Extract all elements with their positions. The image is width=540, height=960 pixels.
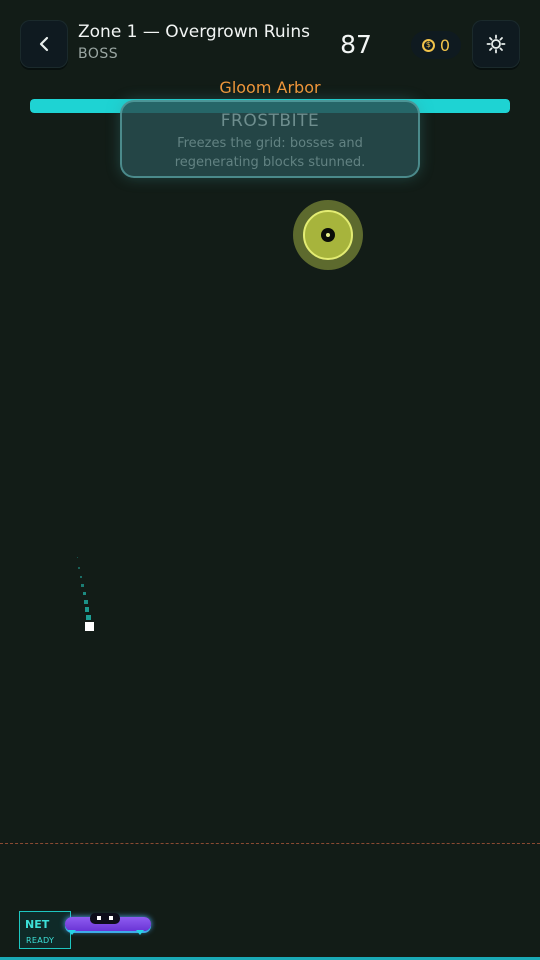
boss-eye (322, 229, 334, 241)
gear-icon (486, 34, 506, 54)
zone-subtitle: BOSS (78, 46, 119, 62)
coin-counter: $ 0 (411, 31, 461, 59)
danger-line (0, 843, 540, 844)
ball-trail (80, 576, 82, 578)
boss-enemy (293, 200, 363, 270)
back-button[interactable] (20, 20, 68, 68)
player-paddle[interactable] (65, 913, 151, 935)
ball-trail (78, 567, 80, 569)
ball-trail (83, 592, 86, 595)
ball-trail (81, 584, 84, 587)
powerup-toast: FROSTBITE Freezes the grid: bosses and r… (120, 100, 420, 178)
powerup-title: FROSTBITE (220, 111, 320, 131)
paddle-thruster (68, 930, 76, 935)
coin-count: 0 (439, 35, 451, 55)
paddle-face (90, 913, 120, 924)
net-status: READY (26, 936, 55, 945)
paddle-eye (109, 916, 113, 920)
coin-icon: $ (421, 38, 435, 52)
ball-trail (86, 615, 91, 620)
ball-trail (77, 557, 78, 558)
boss-body (303, 210, 353, 260)
powerup-description: Freezes the grid: bosses and regeneratin… (174, 136, 366, 170)
paddle-thruster (136, 930, 144, 935)
paddle-eye (97, 916, 101, 920)
ball-trail (85, 607, 89, 612)
net-label: NET (25, 918, 50, 931)
net-ability-button[interactable]: NET READY (19, 911, 71, 949)
settings-button[interactable] (472, 20, 520, 68)
score-counter: 87 (340, 30, 372, 59)
zone-title: Zone 1 — Overgrown Ruins (78, 22, 310, 42)
ball-trail (84, 600, 88, 604)
chevron-left-icon (39, 36, 49, 52)
game-stage[interactable]: Zone 1 — Overgrown Ruins BOSS 87 $ 0 Glo… (0, 0, 540, 960)
boss-name: Gloom Arbor (219, 78, 321, 97)
ball (85, 622, 94, 631)
